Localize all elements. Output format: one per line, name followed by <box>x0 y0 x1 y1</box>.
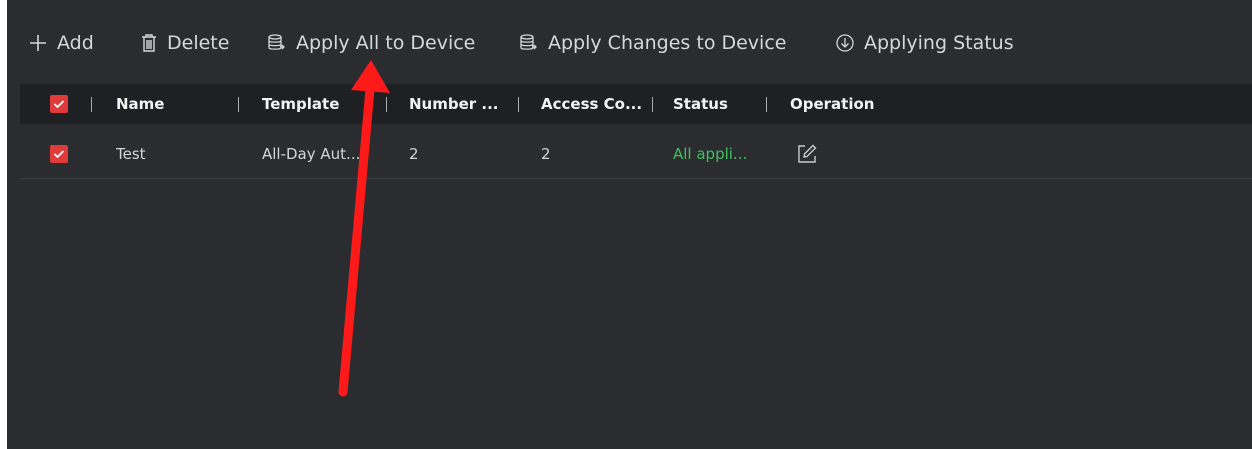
column-header-access-control[interactable]: Access Co... <box>541 84 651 124</box>
trash-icon <box>142 34 156 52</box>
delete-button[interactable]: Delete <box>140 26 229 60</box>
cell-status: All appli... <box>673 145 748 163</box>
edit-icon <box>798 144 817 163</box>
column-separator <box>766 97 767 112</box>
cell-name: Test <box>116 145 146 163</box>
column-separator <box>652 97 653 112</box>
add-button[interactable]: Add <box>28 26 94 60</box>
cell-access-control: 2 <box>541 145 551 163</box>
add-label: Add <box>57 32 94 54</box>
apply-changes-to-device-button[interactable]: Apply Changes to Device <box>519 26 786 60</box>
column-header-status[interactable]: Status <box>673 84 753 124</box>
plus-icon <box>30 35 46 51</box>
delete-label: Delete <box>167 32 230 54</box>
cell-number: 2 <box>409 145 419 163</box>
cell-template: All-Day Aut... <box>262 145 361 163</box>
column-separator <box>238 97 239 112</box>
check-icon <box>53 150 65 159</box>
edit-button[interactable] <box>796 130 826 178</box>
access-level-panel: Add Delete Apply All to Device Apply Cha… <box>7 0 1252 449</box>
toolbar: Add Delete Apply All to Device Apply Cha… <box>7 0 1252 84</box>
column-header-operation[interactable]: Operation <box>790 84 910 124</box>
column-separator <box>386 97 387 112</box>
apply-all-to-device-button[interactable]: Apply All to Device <box>267 26 475 60</box>
apply-changes-label: Apply Changes to Device <box>548 32 787 54</box>
column-separator <box>91 97 92 112</box>
check-icon <box>53 100 65 109</box>
column-header-name[interactable]: Name <box>116 84 236 124</box>
download-circle-icon <box>836 34 854 52</box>
column-header-template[interactable]: Template <box>262 84 382 124</box>
applying-status-label: Applying Status <box>864 32 1014 54</box>
select-all-checkbox[interactable] <box>50 95 68 113</box>
device-apply-icon <box>268 34 285 50</box>
table-row[interactable]: Test All-Day Aut... 2 2 All appli... <box>20 130 1252 179</box>
column-separator <box>518 97 519 112</box>
apply-all-label: Apply All to Device <box>296 32 476 54</box>
table-header: Name Template Number ... Access Co... St… <box>20 84 1252 124</box>
device-apply-changes-icon <box>520 34 537 50</box>
applying-status-button[interactable]: Applying Status <box>835 26 1014 60</box>
row-checkbox[interactable] <box>50 145 68 163</box>
column-header-number[interactable]: Number ... <box>409 84 529 124</box>
